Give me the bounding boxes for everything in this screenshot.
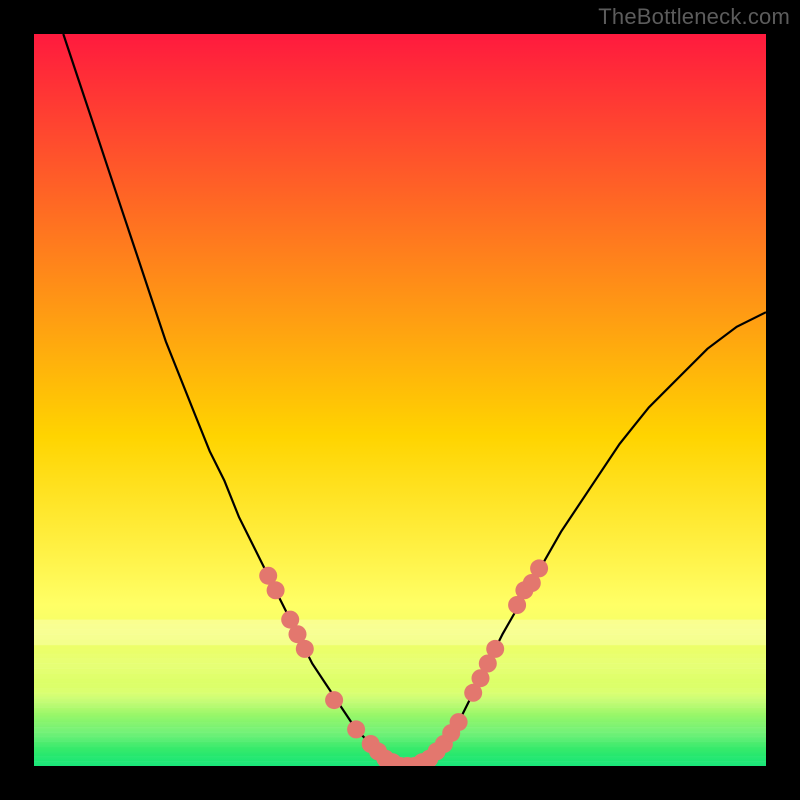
plot-area (34, 34, 766, 766)
bottom-bands (34, 620, 766, 766)
watermark-text: TheBottleneck.com (598, 4, 790, 30)
chart-container: TheBottleneck.com (0, 0, 800, 800)
chart-svg (34, 34, 766, 766)
